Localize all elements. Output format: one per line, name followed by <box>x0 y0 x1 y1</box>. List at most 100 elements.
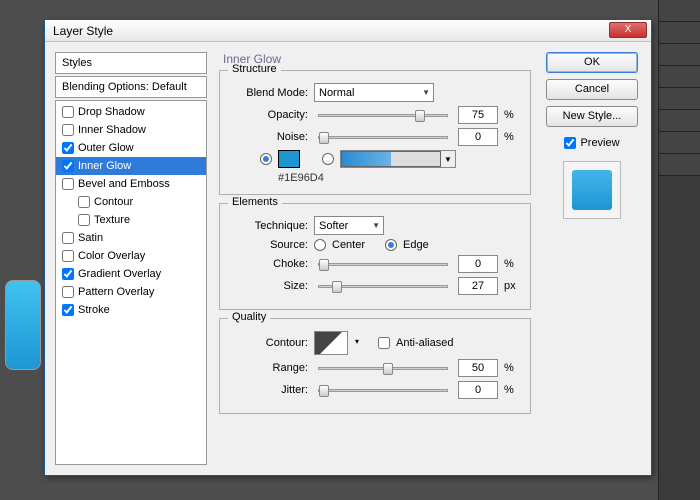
source-center-label: Center <box>332 239 365 251</box>
size-label: Size: <box>230 280 308 292</box>
size-slider[interactable] <box>318 285 448 288</box>
jitter-input[interactable]: 0 <box>458 381 498 399</box>
opacity-slider[interactable] <box>318 114 448 117</box>
style-checkbox[interactable] <box>62 106 74 118</box>
noise-label: Noise: <box>230 131 308 143</box>
opacity-label: Opacity: <box>230 109 308 121</box>
style-item-color-overlay[interactable]: Color Overlay <box>56 247 206 265</box>
style-item-satin[interactable]: Satin <box>56 229 206 247</box>
chevron-down-icon: ▼ <box>441 155 455 164</box>
noise-input[interactable]: 0 <box>458 128 498 146</box>
range-input[interactable]: 50 <box>458 359 498 377</box>
elements-legend: Elements <box>228 196 282 208</box>
technique-label: Technique: <box>230 220 308 232</box>
structure-legend: Structure <box>228 63 281 75</box>
action-column: OK Cancel New Style... Preview <box>543 52 641 465</box>
style-label: Stroke <box>78 304 110 316</box>
source-label: Source: <box>230 239 308 251</box>
style-item-inner-shadow[interactable]: Inner Shadow <box>56 121 206 139</box>
style-checkbox[interactable] <box>62 178 74 190</box>
style-checkbox[interactable] <box>62 304 74 316</box>
style-checkbox[interactable] <box>62 124 74 136</box>
style-item-inner-glow[interactable]: Inner Glow <box>56 157 206 175</box>
styles-header[interactable]: Styles <box>55 52 207 74</box>
glow-gradient-picker[interactable]: ▼ <box>340 150 456 168</box>
style-label: Gradient Overlay <box>78 268 161 280</box>
glow-color-swatch[interactable] <box>278 150 300 168</box>
style-label: Satin <box>78 232 103 244</box>
style-checkbox[interactable] <box>78 214 90 226</box>
glow-gradient-radio[interactable] <box>322 153 334 165</box>
style-checkbox[interactable] <box>62 160 74 172</box>
style-item-drop-shadow[interactable]: Drop Shadow <box>56 103 206 121</box>
choke-input[interactable]: 0 <box>458 255 498 273</box>
style-checkbox[interactable] <box>62 250 74 262</box>
layer-style-dialog: Layer Style X Styles Blending Options: D… <box>44 20 652 476</box>
style-checkbox[interactable] <box>62 268 74 280</box>
quality-legend: Quality <box>228 311 270 323</box>
style-item-stroke[interactable]: Stroke <box>56 301 206 319</box>
style-label: Inner Glow <box>78 160 131 172</box>
blend-mode-dropdown[interactable]: Normal <box>314 83 434 102</box>
style-item-contour[interactable]: Contour <box>56 193 206 211</box>
choke-slider[interactable] <box>318 263 448 266</box>
style-label: Inner Shadow <box>78 124 146 136</box>
technique-dropdown[interactable]: Softer <box>314 216 384 235</box>
opacity-input[interactable]: 75 <box>458 106 498 124</box>
style-item-pattern-overlay[interactable]: Pattern Overlay <box>56 283 206 301</box>
style-label: Drop Shadow <box>78 106 145 118</box>
style-label: Contour <box>94 196 133 208</box>
range-unit: % <box>504 362 520 374</box>
style-item-outer-glow[interactable]: Outer Glow <box>56 139 206 157</box>
cancel-button[interactable]: Cancel <box>546 79 638 100</box>
choke-unit: % <box>504 258 520 270</box>
new-style-button[interactable]: New Style... <box>546 106 638 127</box>
jitter-unit: % <box>504 384 520 396</box>
jitter-slider[interactable] <box>318 389 448 392</box>
size-input[interactable]: 27 <box>458 277 498 295</box>
range-slider[interactable] <box>318 367 448 370</box>
contour-label: Contour: <box>230 337 308 349</box>
blending-options[interactable]: Blending Options: Default <box>55 76 207 98</box>
preview-box <box>563 161 621 219</box>
style-label: Bevel and Emboss <box>78 178 170 190</box>
size-unit: px <box>504 280 520 292</box>
quality-group: Quality Contour: Anti-aliased Range: 50 … <box>219 318 531 414</box>
style-label: Outer Glow <box>78 142 134 154</box>
app-right-panel <box>658 0 700 500</box>
dialog-title: Layer Style <box>53 24 113 38</box>
contour-picker[interactable] <box>314 331 348 355</box>
preview-swatch <box>572 170 612 210</box>
noise-unit: % <box>504 131 520 143</box>
preview-checkbox[interactable] <box>564 137 576 149</box>
background-sample-shape <box>5 280 41 370</box>
color-hex: #1E96D4 <box>278 172 520 184</box>
blend-mode-label: Blend Mode: <box>230 87 308 99</box>
style-checkbox[interactable] <box>62 232 74 244</box>
styles-list: Drop Shadow Inner Shadow Outer Glow Inner G… <box>55 100 207 465</box>
range-label: Range: <box>230 362 308 374</box>
style-item-gradient-overlay[interactable]: Gradient Overlay <box>56 265 206 283</box>
style-checkbox[interactable] <box>78 196 90 208</box>
glow-color-radio[interactable] <box>260 153 272 165</box>
style-item-bevel-and-emboss[interactable]: Bevel and Emboss <box>56 175 206 193</box>
settings-column: Inner Glow Structure Blend Mode: Normal … <box>215 52 535 465</box>
noise-slider[interactable] <box>318 136 448 139</box>
structure-group: Structure Blend Mode: Normal Opacity: 75… <box>219 70 531 195</box>
elements-group: Elements Technique: Softer Source: Cente… <box>219 203 531 310</box>
anti-aliased-checkbox[interactable] <box>378 337 390 349</box>
style-label: Color Overlay <box>78 250 145 262</box>
jitter-label: Jitter: <box>230 384 308 396</box>
source-edge-label: Edge <box>403 239 429 251</box>
titlebar[interactable]: Layer Style X <box>45 20 651 42</box>
source-center-radio[interactable] <box>314 239 326 251</box>
style-checkbox[interactable] <box>62 286 74 298</box>
source-edge-radio[interactable] <box>385 239 397 251</box>
anti-aliased-label: Anti-aliased <box>396 337 453 349</box>
close-button[interactable]: X <box>609 22 647 38</box>
style-label: Texture <box>94 214 130 226</box>
style-checkbox[interactable] <box>62 142 74 154</box>
style-item-texture[interactable]: Texture <box>56 211 206 229</box>
ok-button[interactable]: OK <box>546 52 638 73</box>
styles-column: Styles Blending Options: Default Drop Sh… <box>55 52 207 465</box>
